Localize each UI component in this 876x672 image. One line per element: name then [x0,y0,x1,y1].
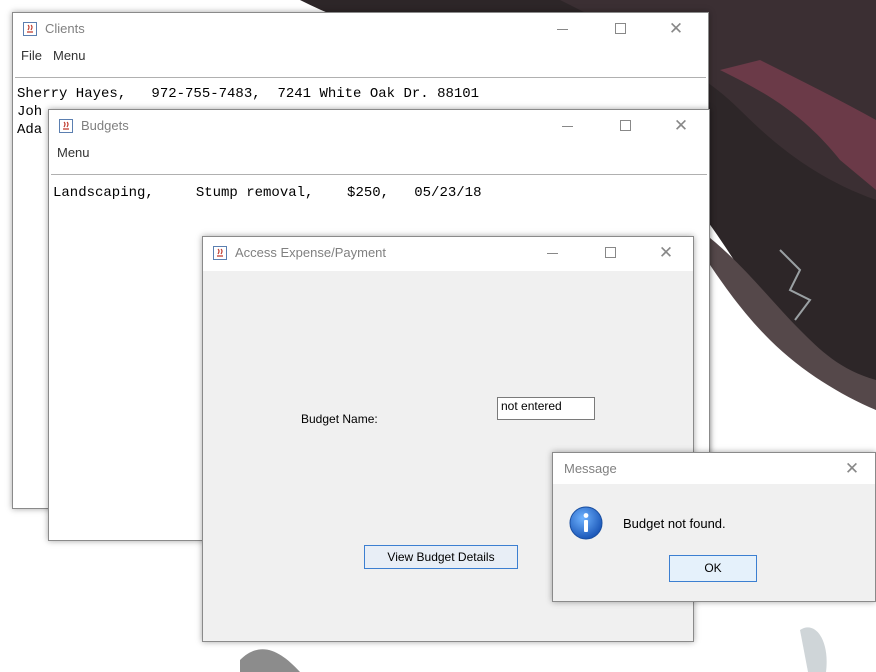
message-dialog: Message ✕ Budget not found. OK [552,452,876,602]
budget-name-label: Budget Name: [301,412,378,426]
maximize-icon[interactable] [602,110,648,142]
close-icon[interactable]: ✕ [643,237,689,269]
java-app-icon [213,246,227,260]
budgets-titlebar[interactable]: Budgets ✕ [49,110,709,142]
clients-titlebar[interactable]: Clients ✕ [13,13,708,45]
access-title: Access Expense/Payment [235,245,387,260]
close-icon[interactable]: ✕ [829,453,875,485]
ok-button[interactable]: OK [669,555,757,582]
client-line: Joh [17,104,43,120]
minimize-icon[interactable] [529,237,575,269]
message-title: Message [564,461,617,476]
menu-menu[interactable]: Menu [53,48,86,63]
close-icon[interactable]: ✕ [658,110,704,142]
java-app-icon [23,22,37,36]
view-budget-details-button[interactable]: View Budget Details [364,545,518,569]
client-line: Ada [17,122,43,138]
info-icon [569,506,603,540]
client-line: Sherry Hayes, 972-755-7483, 7241 White O… [17,86,480,102]
java-app-icon [59,119,73,133]
clients-title: Clients [45,21,85,36]
budgets-menubar: Menu [49,142,709,164]
budget-name-input[interactable]: not entered [497,397,595,420]
maximize-icon[interactable] [597,13,643,45]
access-titlebar[interactable]: Access Expense/Payment ✕ [203,237,693,269]
message-text: Budget not found. [623,516,726,531]
menu-menu[interactable]: Menu [57,145,90,160]
close-icon[interactable]: ✕ [653,13,699,45]
maximize-icon[interactable] [587,237,633,269]
clients-menubar: File Menu [13,45,708,67]
menu-file[interactable]: File [21,48,42,63]
minimize-icon[interactable] [539,13,585,45]
budget-line: Landscaping, Stump removal, $250, 05/23/… [53,185,482,201]
minimize-icon[interactable] [544,110,590,142]
message-titlebar[interactable]: Message ✕ [553,453,875,484]
budgets-title: Budgets [81,118,129,133]
